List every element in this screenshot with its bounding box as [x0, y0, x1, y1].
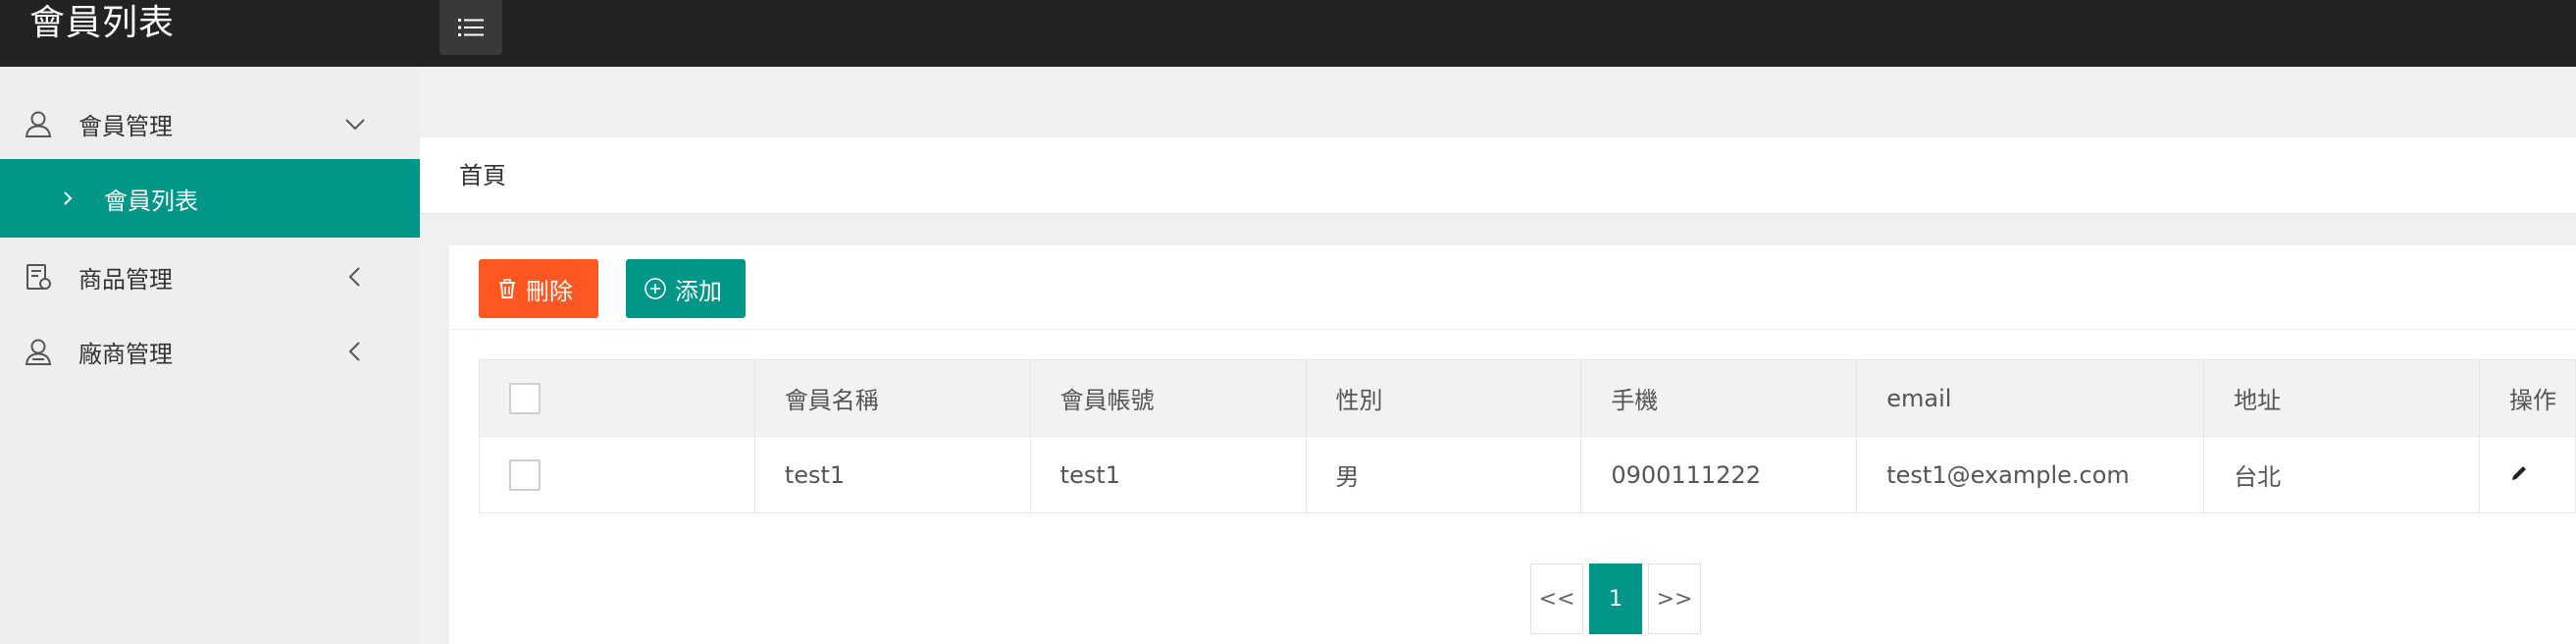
- gender-cell: 男: [1305, 436, 1582, 513]
- pagination: << 1 >>: [1530, 564, 1701, 634]
- sidebar-item-label: 會員列表: [104, 187, 198, 215]
- user-icon: [25, 111, 52, 137]
- select-all-cell: [479, 359, 755, 437]
- address-cell: 台北: [2203, 436, 2480, 513]
- chevron-down-icon: [345, 119, 365, 131]
- column-header: 手機: [1580, 359, 1858, 437]
- row-select-cell: [479, 436, 755, 513]
- product-icon: [26, 264, 51, 290]
- vendor-icon: [25, 339, 52, 365]
- sidebar-item-label: 廠商管理: [78, 340, 173, 368]
- menu-toggle-button[interactable]: [439, 0, 502, 55]
- column-header: 會員名稱: [753, 359, 1031, 437]
- breadcrumb-home-link[interactable]: 首頁: [459, 137, 506, 214]
- edit-icon[interactable]: [2509, 463, 2529, 483]
- column-header: 性別: [1305, 359, 1582, 437]
- table-header-row: 會員名稱 會員帳號 性別 手機 email 地址 操作: [479, 359, 2576, 437]
- member-account-cell: test1: [1029, 436, 1307, 513]
- next-page-button[interactable]: >>: [1648, 564, 1701, 634]
- sidebar-item-member-list[interactable]: 會員列表: [0, 159, 420, 238]
- toolbar: 刪除 添加: [449, 245, 2576, 330]
- chevron-left-icon: [348, 342, 360, 361]
- sidebar-item-member-management[interactable]: 會員管理: [0, 84, 420, 163]
- delete-button-label: 刪除: [526, 277, 573, 305]
- trash-icon: [499, 279, 515, 298]
- sidebar-item-product-management[interactable]: 商品管理: [0, 238, 420, 316]
- sidebar: 會員管理 會員列表 商品管理 廠商管理: [0, 67, 420, 644]
- select-all-checkbox[interactable]: [509, 382, 541, 414]
- page-1-button[interactable]: 1: [1589, 564, 1642, 634]
- phone-cell: 0900111222: [1580, 436, 1858, 513]
- content-card: 刪除 添加 會員名稱 會員帳號 性別 手機 email 地址 操作 test1 …: [449, 245, 2576, 644]
- add-button[interactable]: 添加: [626, 259, 746, 318]
- column-header: 地址: [2203, 359, 2480, 437]
- member-table: 會員名稱 會員帳號 性別 手機 email 地址 操作 test1 test1 …: [479, 359, 2576, 513]
- plus-circle-icon: [644, 278, 666, 299]
- member-name-cell: test1: [753, 436, 1031, 513]
- email-cell: test1@example.com: [1856, 436, 2205, 513]
- column-header: email: [1856, 359, 2205, 437]
- breadcrumb: 首頁: [420, 137, 2576, 214]
- sidebar-item-label: 會員管理: [78, 112, 173, 140]
- sidebar-item-vendor-management[interactable]: 廠商管理: [0, 312, 420, 391]
- add-button-label: 添加: [675, 277, 722, 305]
- column-header: 會員帳號: [1029, 359, 1307, 437]
- chevron-left-icon: [348, 267, 360, 287]
- chevron-right-icon: [64, 191, 73, 205]
- column-header: 操作: [2478, 359, 2576, 437]
- page-title: 會員列表: [29, 3, 176, 43]
- top-header: 會員列表: [0, 0, 2576, 67]
- row-checkbox[interactable]: [509, 458, 541, 491]
- action-cell: [2478, 436, 2576, 513]
- table-row: test1 test1 男 0900111222 test1@example.c…: [479, 436, 2576, 513]
- prev-page-button[interactable]: <<: [1530, 564, 1583, 634]
- delete-button[interactable]: 刪除: [479, 259, 598, 318]
- list-icon: [458, 19, 484, 36]
- sidebar-item-label: 商品管理: [78, 265, 173, 294]
